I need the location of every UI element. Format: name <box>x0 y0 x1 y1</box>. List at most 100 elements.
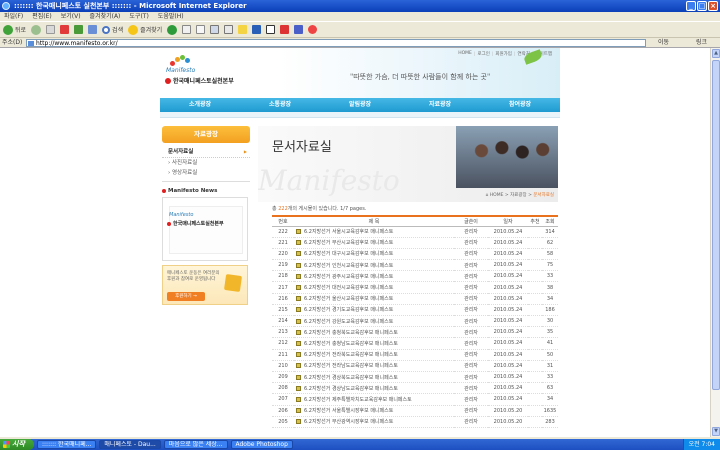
menu-bar: 파일(F) 편집(E) 보기(V) 즐겨찾기(A) 도구(T) 도움말(H) <box>0 12 720 21</box>
go-button[interactable]: 이동 <box>658 38 669 48</box>
home-icon[interactable] <box>88 25 98 34</box>
row-title[interactable]: 6.2지방선거 인천시교육감후보 매니페스토 <box>294 259 454 272</box>
edit-icon[interactable] <box>224 25 234 34</box>
table-row[interactable]: 212 6.2지방선거 충청남도교육감후보 매니페스토 관리자 2010.05.24 4… <box>272 337 558 350</box>
nav-communication[interactable]: 소통광장 <box>240 98 320 112</box>
table-row[interactable]: 209 6.2지방선거 경상북도교육감후보 매니페스토 관리자 2010.05.24 3… <box>272 371 558 384</box>
messenger-icon[interactable] <box>252 25 262 34</box>
table-row[interactable]: 214 6.2지방선거 강원도교육감후보 매니페스토 관리자 2010.05.24 30 <box>272 315 558 328</box>
vertical-scrollbar[interactable]: ▲ ▼ <box>710 48 720 437</box>
row-title[interactable]: 6.2지방선거 울산시교육감후보 매니페스토 <box>294 293 454 305</box>
row-title[interactable]: 6.2지방선거 전라북도교육감후보 매니페스토 <box>294 349 454 361</box>
row-title[interactable]: 6.2지방선거 충청북도교육감후보 매니페스토 <box>294 326 454 339</box>
task-window-3[interactable]: 마음으로 많은 세상... <box>163 440 228 449</box>
table-row[interactable]: 221 6.2지방선거 부산시교육감후보 매니페스토 관리자 2010.05.24 62 <box>272 237 558 249</box>
table-row[interactable]: 216 6.2지방선거 울산시교육감후보 매니페스토 관리자 2010.05.24 34 <box>272 293 558 305</box>
table-row[interactable]: 205 6.2지방선거 부산광역시장후보 매니페스토 관리자 2010.05.20 28… <box>272 416 558 428</box>
row-number: 211 <box>272 349 294 361</box>
menu-tools[interactable]: 도구(T) <box>129 12 148 21</box>
site-slogan: "따뜻한 가슴, 더 따뜻한 사람들이 함께 하는 곳" <box>350 73 491 81</box>
research-icon[interactable] <box>266 25 276 34</box>
table-row[interactable]: 218 6.2지방선거 광주시교육감후보 매니페스토 관리자 2010.05.24 33 <box>272 270 558 283</box>
row-date: 2010.05.24 <box>488 382 528 395</box>
forward-icon[interactable] <box>31 24 42 35</box>
nav-participation[interactable]: 참여광장 <box>480 98 560 112</box>
row-title[interactable]: 6.2지방선거 대구시교육감후보 매니페스토 <box>294 248 454 261</box>
menu-file[interactable]: 파일(F) <box>4 12 23 21</box>
table-row[interactable]: 219 6.2지방선거 인천시교육감후보 매니페스토 관리자 2010.05.24 75 <box>272 259 558 272</box>
donate-button[interactable]: 후원하기 → <box>167 292 205 301</box>
tool-circle-icon[interactable] <box>308 25 318 34</box>
logo-mark[interactable] <box>170 55 192 67</box>
row-title[interactable]: 6.2지방선거 부산시교육감후보 매니페스토 <box>294 237 454 249</box>
table-row[interactable]: 211 6.2지방선거 전라북도교육감후보 매니페스토 관리자 2010.05.24 5… <box>272 349 558 361</box>
sidebar-item-photos[interactable]: › 사진자료실 <box>162 158 250 168</box>
row-title[interactable]: 6.2지방선거 제주특별자치도교육감후보 매니페스토 <box>294 393 454 406</box>
row-title[interactable]: 6.2지방선거 광주시교육감후보 매니페스토 <box>294 270 454 283</box>
donate-banner[interactable]: 매니페스토 운동은 여러분의 후원과 참여로 운영됩니다 후원하기 → <box>162 265 248 305</box>
row-title[interactable]: 6.2지방선거 대전시교육감후보 매니페스토 <box>294 281 454 294</box>
table-row[interactable]: 213 6.2지방선거 충청북도교육감후보 매니페스토 관리자 2010.05.24 3… <box>272 326 558 339</box>
table-row[interactable]: 220 6.2지방선거 대구시교육감후보 매니페스토 관리자 2010.05.24 58 <box>272 248 558 261</box>
table-row[interactable]: 215 6.2지방선거 경기도교육감후보 매니페스토 관리자 2010.05.24 18… <box>272 304 558 317</box>
scroll-down-icon[interactable]: ▼ <box>712 427 720 436</box>
favorites-button[interactable]: 즐겨찾기 <box>128 24 162 35</box>
table-row[interactable]: 208 6.2지방선거 경상남도교육감후보 매니페스토 관리자 2010.05.24 6… <box>272 382 558 395</box>
row-number: 208 <box>272 382 294 395</box>
task-daum-window[interactable]: 매니페스토 - Dau... <box>99 440 161 449</box>
menu-help[interactable]: 도움말(H) <box>158 12 184 21</box>
address-input[interactable]: http://www.manifesto.or.kr/ <box>26 39 646 47</box>
table-row[interactable]: 222 6.2지방선거 서울시교육감후보 매니페스토 관리자 2010.05.24 31… <box>272 226 558 238</box>
menu-favorites[interactable]: 즐겨찾기(A) <box>90 12 121 21</box>
topnav-join[interactable]: 회원가입 <box>492 51 512 57</box>
row-number: 216 <box>272 293 294 305</box>
row-title[interactable]: 6.2지방선거 경상남도교육감후보 매니페스토 <box>294 382 454 395</box>
row-title[interactable]: 6.2지방선거 서울특별시장후보 매니페스토 <box>294 405 454 417</box>
row-title[interactable]: 6.2지방선거 서울시교육감후보 매니페스토 <box>294 226 454 238</box>
nav-notice[interactable]: 알림광장 <box>320 98 400 112</box>
media-icon[interactable] <box>167 24 178 35</box>
nav-about[interactable]: 소개광장 <box>160 98 240 112</box>
nav-resources[interactable]: 자료광장 <box>400 98 480 112</box>
scroll-thumb[interactable] <box>712 60 720 390</box>
topnav-login[interactable]: 로그인 <box>474 51 489 57</box>
refresh-icon[interactable] <box>74 25 84 34</box>
news-banner[interactable]: Manifesto 한국매니페스토실천본부 <box>162 197 248 261</box>
history-icon[interactable] <box>182 25 192 34</box>
search-button[interactable]: 검색 <box>102 25 123 34</box>
task-photoshop[interactable]: Adobe Photoshop <box>230 440 293 449</box>
table-row[interactable]: 206 6.2지방선거 서울특별시장후보 매니페스토 관리자 2010.05.20 16… <box>272 405 558 417</box>
minimize-button[interactable]: _ <box>686 1 696 11</box>
table-row[interactable]: 207 6.2지방선거 제주특별자치도교육감후보 매니페스토 관리자 2010.05.… <box>272 393 558 406</box>
row-title[interactable]: 6.2지방선거 경기도교육감후보 매니페스토 <box>294 304 454 317</box>
row-title[interactable]: 6.2지방선거 경상북도교육감후보 매니페스토 <box>294 371 454 384</box>
start-button[interactable]: 시작 <box>0 439 34 450</box>
row-title[interactable]: 6.2지방선거 충청남도교육감후보 매니페스토 <box>294 337 454 350</box>
links-button[interactable]: 링크 <box>696 38 707 48</box>
scroll-up-icon[interactable]: ▲ <box>712 49 720 58</box>
row-title[interactable]: 6.2지방선거 부산광역시장후보 매니페스토 <box>294 416 454 428</box>
menu-view[interactable]: 보기(V) <box>61 12 81 21</box>
table-row[interactable]: 217 6.2지방선거 대전시교육감후보 매니페스토 관리자 2010.05.24 38 <box>272 281 558 294</box>
folder-icon[interactable] <box>238 25 248 34</box>
back-button[interactable]: 뒤로 <box>3 24 26 35</box>
sidebar-item-documents[interactable]: 문서자료실 <box>162 147 250 158</box>
task-ie-window[interactable]: ::::::: 한국매니페... <box>37 440 97 449</box>
sidebar-item-videos[interactable]: › 영상자료실 <box>162 168 250 178</box>
tool-blue-icon[interactable] <box>294 25 304 34</box>
clock[interactable]: 오전 7:04 <box>689 441 715 448</box>
tool-red-icon[interactable] <box>280 25 290 34</box>
site-logo[interactable]: 한국매니페스토실천본부 <box>165 76 234 85</box>
page-icon[interactable] <box>46 25 56 34</box>
mail-icon[interactable] <box>196 25 206 34</box>
close-button[interactable]: × <box>708 1 718 11</box>
row-title[interactable]: 6.2지방선거 전라남도교육감후보 매니페스토 <box>294 360 454 372</box>
row-author: 관리자 <box>454 405 488 417</box>
table-row[interactable]: 210 6.2지방선거 전라남도교육감후보 매니페스토 관리자 2010.05.24 3… <box>272 360 558 372</box>
menu-edit[interactable]: 편집(E) <box>32 12 52 21</box>
row-title[interactable]: 6.2지방선거 강원도교육감후보 매니페스토 <box>294 315 454 328</box>
topnav-home[interactable]: HOME <box>458 51 472 57</box>
stop-icon[interactable] <box>60 25 70 34</box>
maximize-button[interactable]: □ <box>697 1 707 11</box>
print-icon[interactable] <box>210 25 220 34</box>
